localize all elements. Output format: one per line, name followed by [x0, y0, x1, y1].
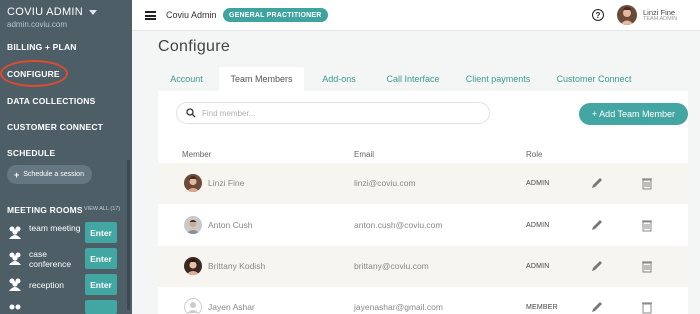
org-title: COVIU ADMIN — [7, 6, 84, 18]
meeting-room-item: case conference Enter — [7, 248, 117, 269]
help-icon[interactable]: ? — [592, 9, 604, 21]
menu-icon[interactable] — [145, 11, 156, 20]
member-name: Linzi Fine — [208, 178, 245, 188]
sidebar-item-customer-connect[interactable]: CUSTOMER CONNECT — [7, 122, 103, 132]
sidebar: COVIU ADMIN admin.coviu.com BILLING + PL… — [0, 0, 132, 314]
meeting-rooms-heading: MEETING ROOMS — [7, 205, 83, 215]
trash-icon[interactable] — [640, 259, 654, 273]
avatar[interactable] — [617, 5, 637, 25]
sidebar-item-schedule[interactable]: SCHEDULE — [7, 148, 55, 158]
table-row: Anton Cush anton.cush@coviu.com ADMIN — [158, 205, 688, 246]
team-members-panel: + Add Team Member Member Email Role Linz… — [158, 91, 688, 314]
avatar — [184, 298, 202, 314]
member-email: brittany@coviu.com — [354, 261, 429, 271]
people-icon — [9, 226, 21, 239]
member-email: anton.cush@coviu.com — [354, 220, 443, 230]
search-icon — [186, 108, 196, 118]
tab-customer-connect[interactable]: Customer Connect — [546, 67, 642, 91]
sidebar-item-data-collections[interactable]: DATA COLLECTIONS — [7, 96, 96, 106]
pencil-icon[interactable] — [590, 218, 604, 232]
role-badge: GENERAL PRACTITIONER — [223, 8, 328, 22]
tab-account[interactable]: Account — [158, 67, 215, 91]
avatar — [184, 174, 202, 192]
table-row: Jayen Ashar jayenashar@gmail.com MEMBER — [158, 287, 688, 314]
member-email: linzi@coviu.com — [354, 178, 416, 188]
sidebar-item-billing[interactable]: BILLING + PLAN — [7, 42, 77, 52]
member-role: ADMIN — [526, 263, 550, 270]
page-title: Configure — [158, 38, 231, 55]
tab-bar: Account Team Members Add-ons Call Interf… — [158, 67, 688, 91]
pencil-icon[interactable] — [590, 176, 604, 190]
member-email: jayenashar@gmail.com — [354, 302, 443, 312]
trash-icon[interactable] — [640, 218, 654, 232]
member-role: MEMBER — [526, 304, 558, 311]
tab-add-ons[interactable]: Add-ons — [310, 67, 368, 91]
tab-client-payments[interactable]: Client payments — [456, 67, 540, 91]
meeting-room-item — [7, 300, 117, 314]
add-team-member-button[interactable]: + Add Team Member — [579, 103, 688, 125]
plus-icon: + — [14, 169, 20, 180]
people-icon — [9, 278, 21, 291]
enter-room-button[interactable] — [85, 300, 117, 314]
member-role: ADMIN — [526, 180, 550, 187]
room-label: team meeting — [29, 223, 81, 233]
enter-room-button[interactable]: Enter — [85, 274, 117, 295]
trash-icon[interactable] — [640, 176, 654, 190]
org-domain: admin.coviu.com — [7, 20, 68, 29]
enter-room-button[interactable]: Enter — [85, 222, 117, 243]
column-header-member: Member — [182, 150, 212, 159]
view-all-rooms-link[interactable]: VIEW ALL (17) — [84, 206, 120, 212]
schedule-session-label: Schedule a session — [23, 171, 84, 178]
pencil-icon[interactable] — [590, 300, 604, 314]
member-role: ADMIN — [526, 222, 550, 229]
org-name: Coviu Admin — [166, 10, 217, 20]
search-box[interactable] — [176, 102, 490, 124]
highlight-circle — [0, 60, 68, 87]
meeting-room-item: team meeting Enter — [7, 222, 117, 243]
enter-room-button[interactable]: Enter — [85, 248, 117, 269]
meeting-room-item: reception Enter — [7, 274, 117, 295]
member-name: Jayen Ashar — [208, 302, 255, 312]
member-name: Brittany Kodish — [208, 261, 266, 271]
table-row: Linzi Fine linzi@coviu.com ADMIN — [158, 163, 688, 204]
trash-icon[interactable] — [640, 300, 654, 314]
pencil-icon[interactable] — [590, 259, 604, 273]
member-name: Anton Cush — [208, 220, 253, 230]
avatar — [184, 216, 202, 234]
room-label: case conference — [29, 249, 72, 269]
table-row: Brittany Kodish brittany@coviu.com ADMIN — [158, 246, 688, 287]
tab-call-interface[interactable]: Call Interface — [374, 67, 452, 91]
schedule-session-button[interactable]: + Schedule a session — [7, 165, 92, 184]
search-input[interactable] — [202, 108, 482, 118]
column-header-role: Role — [526, 150, 543, 159]
sidebar-scrollbar[interactable] — [127, 160, 130, 310]
org-switcher[interactable]: COVIU ADMIN admin.coviu.com — [7, 6, 98, 29]
chevron-down-icon[interactable] — [89, 9, 98, 15]
avatar — [184, 257, 202, 275]
top-bar: Coviu Admin GENERAL PRACTITIONER ? Linzi… — [132, 0, 700, 31]
column-header-email: Email — [354, 150, 375, 159]
people-icon — [9, 252, 21, 265]
user-role: TEAM ADMIN — [643, 16, 678, 22]
tab-team-members[interactable]: Team Members — [219, 67, 304, 91]
people-icon — [9, 304, 21, 310]
room-label: reception — [29, 280, 64, 290]
